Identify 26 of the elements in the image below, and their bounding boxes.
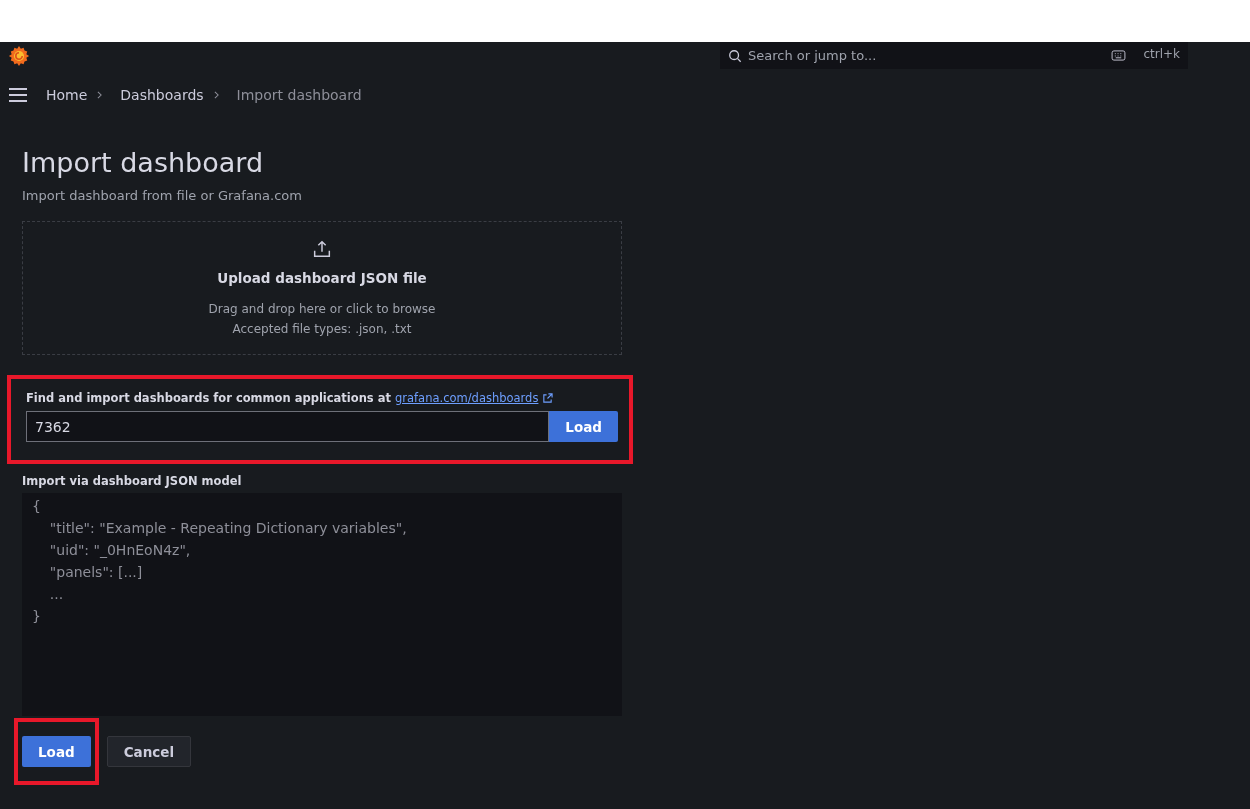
grafana-link[interactable]: grafana.com/dashboards [395, 391, 539, 405]
accepted-types: Accepted file types: .json, .txt [232, 322, 412, 336]
dashboard-id-field[interactable]: 7362 [26, 411, 550, 442]
shortcut-hint: ctrl+k [1143, 47, 1180, 61]
keyboard-icon [1111, 50, 1126, 61]
page-subtitle: Import dashboard from file or Grafana.com [22, 188, 303, 203]
load-button[interactable]: Load [549, 411, 618, 442]
json-model-field[interactable]: { "title": "Example - Repeating Dictionary variables", "uid": "_0HnEoN4z", "panels": [...] ... } [22, 493, 622, 716]
grafana-logo-icon[interactable] [8, 44, 30, 67]
upload-title: Upload dashboard JSON file [217, 270, 427, 286]
chevron-icon [97, 91, 103, 99]
menu-icon[interactable] [8, 87, 28, 103]
breadcrumb-link[interactable]: Home [46, 87, 88, 103]
upload-icon [311, 238, 333, 260]
breadcrumb-link[interactable]: Import dashboard [236, 87, 362, 103]
field-label: Import via dashboard JSON model [22, 474, 243, 488]
page-title: Import dashboard [22, 147, 265, 178]
breadcrumb-link[interactable]: Dashboards [120, 87, 204, 103]
upload-hint: Drag and drop here or click to browse [208, 302, 436, 316]
external-link-icon [542, 392, 554, 404]
search-icon [728, 49, 742, 63]
cancel-button[interactable]: Cancel [106, 736, 192, 767]
file-drop-zone[interactable]: Upload dashboard JSON file Drag and drop here or click to browse Accepted file types: .json, .txt [22, 221, 622, 355]
chevron-icon [213, 91, 219, 99]
field-label: Find and import dashboards for common applications at [26, 391, 391, 405]
load-button[interactable]: Load [22, 736, 91, 767]
